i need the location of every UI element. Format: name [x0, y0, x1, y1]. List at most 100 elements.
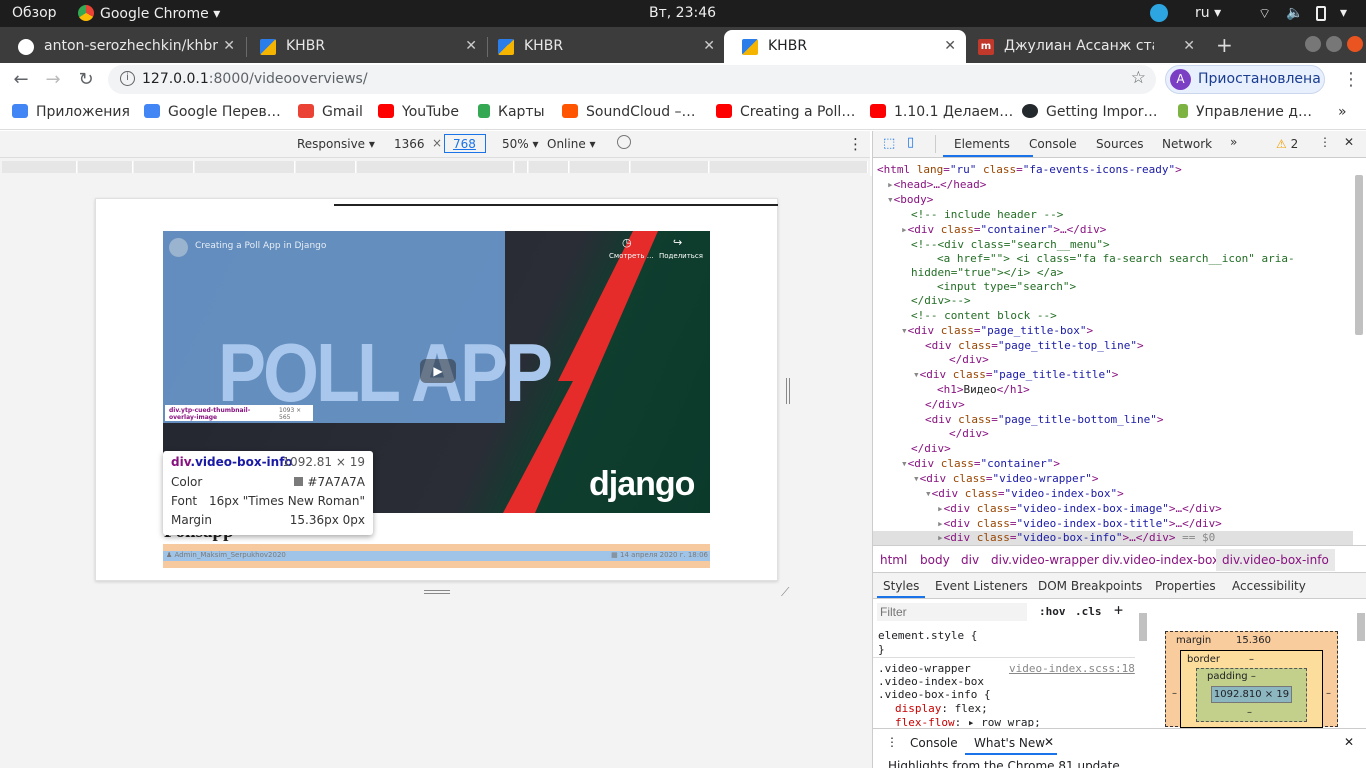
- tab-news[interactable]: m Джулиан Ассанж стал от ✕: [960, 30, 1205, 63]
- close-icon[interactable]: ✕: [944, 38, 956, 54]
- tab-elements[interactable]: Elements: [954, 137, 1010, 151]
- bookmark-poll[interactable]: Creating a Poll…: [716, 104, 855, 120]
- dom-tree[interactable]: <html lang="ru" class="fa-events-icons-r…: [873, 159, 1353, 545]
- more-bookmarks-icon[interactable]: »: [1338, 104, 1347, 120]
- device-toggle-icon[interactable]: ▯: [907, 135, 914, 150]
- tab-khbr-2[interactable]: KHBR ✕: [480, 30, 725, 63]
- cls-toggle[interactable]: .cls: [1075, 605, 1102, 618]
- activities-button[interactable]: Обзор: [12, 5, 57, 21]
- styles-filter-input[interactable]: [877, 603, 1027, 621]
- video-title[interactable]: Creating a Poll App in Django: [195, 241, 326, 251]
- styles-scrollbar[interactable]: [1139, 613, 1147, 641]
- tab-khbr-active[interactable]: KHBR ✕: [724, 30, 966, 63]
- close-icon[interactable]: ✕: [703, 38, 715, 54]
- right-resize-handle[interactable]: [786, 378, 790, 404]
- bookmark-github[interactable]: Getting Impor…: [1022, 104, 1158, 120]
- content-box[interactable]: 1092.810 × 19: [1211, 686, 1292, 703]
- bookmark-star-icon[interactable]: ☆: [1131, 68, 1146, 88]
- info-icon[interactable]: i: [120, 71, 135, 86]
- tab-accessibility[interactable]: Accessibility: [1232, 579, 1306, 593]
- close-window-button[interactable]: [1347, 36, 1363, 52]
- element-style-rule[interactable]: element.style {: [878, 629, 977, 642]
- rule-selector[interactable]: .video-wrapper: [878, 662, 971, 675]
- close-drawer-icon[interactable]: ✕: [1344, 735, 1354, 749]
- reload-icon[interactable]: ↻: [75, 69, 97, 91]
- warnings-badge[interactable]: ⚠ 2: [1276, 137, 1298, 151]
- new-rule-icon[interactable]: +: [1114, 601, 1123, 619]
- close-icon[interactable]: ✕: [1183, 38, 1195, 54]
- back-icon[interactable]: ←: [10, 69, 32, 91]
- bookmark-1-10-1[interactable]: 1.10.1 Делаем…: [870, 104, 1013, 120]
- close-icon[interactable]: ✕: [223, 38, 235, 54]
- zoom-select[interactable]: 50% ▾: [502, 137, 539, 151]
- crumb-html[interactable]: html: [880, 553, 907, 567]
- tab-properties[interactable]: Properties: [1155, 579, 1216, 593]
- bottom-resize-handle[interactable]: [424, 590, 450, 594]
- inspect-element-icon[interactable]: ⬚: [883, 136, 895, 151]
- share-button[interactable]: Поделиться: [659, 252, 703, 260]
- bookmark-youtube[interactable]: YouTube: [378, 104, 459, 120]
- corner-resize-handle[interactable]: ⟋: [781, 585, 789, 600]
- drawer-tab-console[interactable]: Console: [910, 736, 958, 750]
- bookmark-translate[interactable]: Google Перев…: [144, 104, 281, 120]
- tab-sources[interactable]: Sources: [1096, 137, 1143, 151]
- app-menu[interactable]: Google Chrome ▾: [78, 5, 220, 22]
- tab-styles[interactable]: Styles: [883, 579, 919, 593]
- bookmark-manage[interactable]: Управление д…: [1178, 104, 1312, 120]
- bookmark-apps[interactable]: Приложения: [12, 104, 130, 120]
- dom-scrollbar[interactable]: [1355, 175, 1363, 335]
- crumb-div[interactable]: div: [961, 553, 979, 567]
- height-input[interactable]: 768: [444, 134, 486, 153]
- video-box-info[interactable]: ♟ Admin_Maksim_Serpukhov2020 ▦ 14 апреля…: [163, 551, 710, 561]
- bookmark-soundcloud[interactable]: SoundCloud –…: [562, 104, 696, 120]
- rotate-icon[interactable]: [617, 135, 631, 149]
- clock[interactable]: Вт, 23:46: [649, 5, 716, 21]
- crumb-video-box-info[interactable]: div.video-box-info: [1216, 549, 1335, 571]
- tab-khbr-1[interactable]: KHBR ✕: [242, 30, 487, 63]
- close-icon[interactable]: ✕: [465, 38, 477, 54]
- tab-network[interactable]: Network: [1162, 137, 1212, 151]
- forward-icon[interactable]: →: [42, 69, 64, 91]
- settings-menu-icon[interactable]: ⋮: [1319, 135, 1331, 149]
- language-indicator[interactable]: ru ▾: [1195, 5, 1221, 21]
- tab-event-listeners[interactable]: Event Listeners: [935, 579, 1028, 593]
- throttle-select[interactable]: Online ▾: [547, 137, 596, 151]
- crumb-body[interactable]: body: [920, 553, 950, 567]
- maximize-button[interactable]: [1326, 36, 1342, 52]
- computed-scrollbar[interactable]: [1357, 613, 1365, 641]
- width-input[interactable]: 1366: [394, 137, 425, 151]
- address-bar[interactable]: i 127.0.0.1:8000/videooverviews/ ☆: [108, 65, 1156, 94]
- crumb-video-index-box[interactable]: div.video-index-box: [1102, 553, 1219, 567]
- rule-source-link[interactable]: video-index.scss:18: [1009, 662, 1135, 675]
- new-tab-button[interactable]: +: [1216, 33, 1233, 57]
- tab-console[interactable]: Console: [1029, 137, 1077, 151]
- close-icon[interactable]: ✕: [1344, 135, 1354, 149]
- device-more-icon[interactable]: ⋮: [848, 135, 863, 153]
- crumb-video-wrapper[interactable]: div.video-wrapper: [991, 553, 1099, 567]
- css-prop-display[interactable]: display: flex;: [895, 702, 988, 715]
- watch-later-button[interactable]: Смотреть …: [609, 252, 654, 260]
- system-menu-caret-icon[interactable]: ▾: [1340, 5, 1347, 21]
- hov-toggle[interactable]: :hov: [1039, 605, 1066, 618]
- drawer-tab-whats-new[interactable]: What's New: [974, 736, 1045, 750]
- media-query-ruler[interactable]: [0, 158, 870, 176]
- volume-icon[interactable]: 🔈: [1286, 5, 1303, 21]
- battery-icon[interactable]: [1316, 6, 1326, 21]
- close-icon[interactable]: ✕: [1044, 735, 1054, 749]
- drawer-menu-icon[interactable]: ⋮: [886, 735, 898, 749]
- profile-button[interactable]: A Приостановлена: [1165, 65, 1325, 94]
- minimize-button[interactable]: [1305, 36, 1321, 52]
- play-icon[interactable]: ▶: [420, 359, 456, 383]
- more-tabs-icon[interactable]: »: [1230, 135, 1237, 149]
- bookmark-gmail[interactable]: Gmail: [298, 104, 363, 120]
- margin-value[interactable]: 15.360: [1236, 635, 1271, 646]
- tab-github[interactable]: anton-serozhechkin/khbr ✕: [0, 30, 245, 63]
- css-prop-flex-flow[interactable]: flex-flow: ▸ row wrap;: [895, 716, 1041, 727]
- tab-dom-breakpoints[interactable]: DOM Breakpoints: [1038, 579, 1142, 593]
- rule-selector[interactable]: .video-box-info {: [878, 688, 991, 701]
- channel-avatar[interactable]: [169, 238, 188, 257]
- telegram-icon[interactable]: [1150, 4, 1168, 22]
- wifi-icon[interactable]: ⌔: [1258, 5, 1271, 23]
- rule-selector[interactable]: .video-index-box: [878, 675, 984, 688]
- more-menu-icon[interactable]: ⋮: [1340, 69, 1362, 91]
